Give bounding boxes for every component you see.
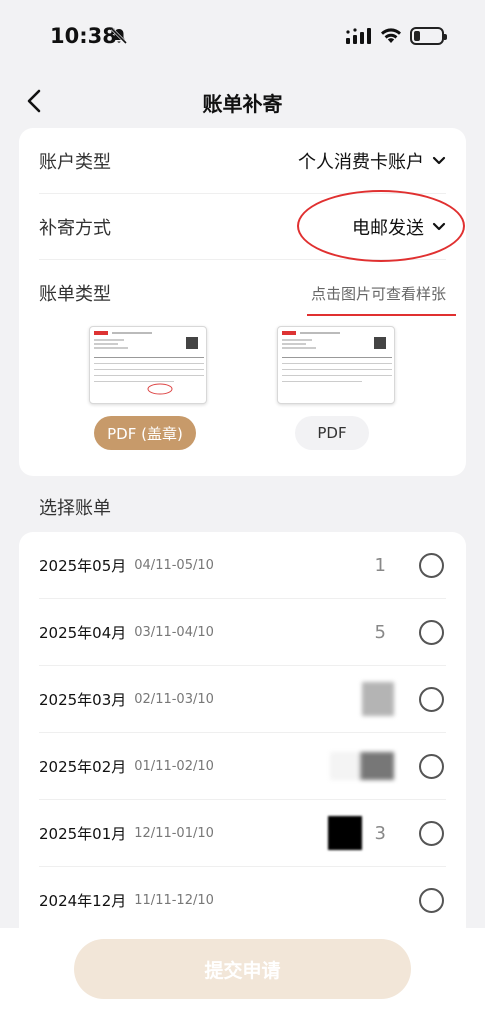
statement-sample-image xyxy=(282,331,392,382)
mail-method-select[interactable]: 电邮发送 xyxy=(352,214,446,240)
signal-icon xyxy=(346,28,371,44)
sample-hint[interactable]: 点击图片可查看样张 xyxy=(306,283,456,316)
bill-range: 02/11-03/10 xyxy=(134,691,214,707)
submit-button[interactable]: 提交申请 xyxy=(74,939,411,999)
bill-type-label: 账单类型 xyxy=(39,284,111,305)
battery-icon xyxy=(410,27,447,45)
redacted-amount xyxy=(328,816,362,850)
nav-bar: 账单补寄 xyxy=(0,78,485,124)
bill-amount: 3 xyxy=(374,822,386,844)
account-type-row[interactable]: 账户类型 个人消费卡账户 xyxy=(39,128,446,194)
chevron-down-icon xyxy=(432,156,446,164)
bill-month: 2024年12月 xyxy=(39,891,127,910)
bill-month: 2025年05月 xyxy=(39,556,127,575)
account-type-select[interactable]: 个人消费卡账户 xyxy=(298,148,446,174)
bill-type-option-pdf[interactable]: PDF xyxy=(295,416,369,450)
bill-amount: 1 xyxy=(374,554,386,576)
select-bill-title: 选择账单 xyxy=(39,498,111,519)
bill-radio[interactable] xyxy=(419,820,444,846)
sample-hint-text: 点击图片可查看样张 xyxy=(310,284,446,303)
bill-range: 04/11-05/10 xyxy=(134,557,214,573)
status-bar: 10:38 xyxy=(0,0,485,72)
bill-row[interactable]: 2025年01月 12/11-01/10 3 xyxy=(39,800,446,867)
bill-radio[interactable] xyxy=(419,887,444,913)
bill-month: 2025年01月 xyxy=(39,824,127,843)
bill-list-card: 2025年05月 04/11-05/10 1 2025年04月 03/11-04… xyxy=(19,532,466,952)
bill-month: 2025年02月 xyxy=(39,757,127,776)
bill-row[interactable]: 2025年02月 01/11-02/10 xyxy=(39,733,446,800)
bill-radio[interactable] xyxy=(419,552,444,578)
account-type-label: 账户类型 xyxy=(39,151,111,173)
bill-row[interactable]: 2024年12月 11/11-12/10 xyxy=(39,867,446,934)
mail-method-value: 电邮发送 xyxy=(352,217,424,239)
bill-range: 03/11-04/10 xyxy=(134,624,214,640)
bill-settings-card: 账户类型 个人消费卡账户 补寄方式 电邮发送 账单类型 点击图片可查看样张 xyxy=(19,128,466,476)
mail-method-label: 补寄方式 xyxy=(39,217,111,239)
account-type-value: 个人消费卡账户 xyxy=(298,151,424,173)
redacted-amount xyxy=(362,682,394,716)
bell-muted-icon xyxy=(110,27,128,45)
bill-type-row: 账单类型 点击图片可查看样张 xyxy=(39,260,456,326)
bill-radio[interactable] xyxy=(419,619,444,645)
bill-radio[interactable] xyxy=(419,686,444,712)
bottom-action-bar: 提交申请 xyxy=(0,928,485,1024)
bill-range: 12/11-01/10 xyxy=(134,825,214,841)
annotation-underline xyxy=(306,313,456,316)
bill-range: 01/11-02/10 xyxy=(134,758,214,774)
page-title: 账单补寄 xyxy=(202,92,283,116)
redacted-amount xyxy=(330,752,394,780)
wifi-icon xyxy=(381,28,401,43)
chevron-down-icon xyxy=(432,222,446,230)
pdf-stamped-sample-thumbnail[interactable] xyxy=(89,326,207,404)
bill-row[interactable]: 2025年03月 02/11-03/10 xyxy=(39,666,446,733)
bill-type-option-pdf-stamped[interactable]: PDF (盖章) xyxy=(94,416,196,450)
mail-method-row[interactable]: 补寄方式 电邮发送 xyxy=(39,194,446,260)
bill-month: 2025年03月 xyxy=(39,690,127,709)
bill-month: 2025年04月 xyxy=(39,623,127,642)
statement-sample-image xyxy=(94,331,204,395)
bill-row[interactable]: 2025年05月 04/11-05/10 1 xyxy=(39,532,446,599)
bill-radio[interactable] xyxy=(419,753,444,779)
bill-row[interactable]: 2025年04月 03/11-04/10 5 xyxy=(39,599,446,666)
bill-range: 11/11-12/10 xyxy=(134,892,214,908)
status-time: 10:38 xyxy=(50,24,117,48)
bill-amount: 5 xyxy=(374,621,386,643)
pdf-sample-thumbnail[interactable] xyxy=(277,326,395,404)
